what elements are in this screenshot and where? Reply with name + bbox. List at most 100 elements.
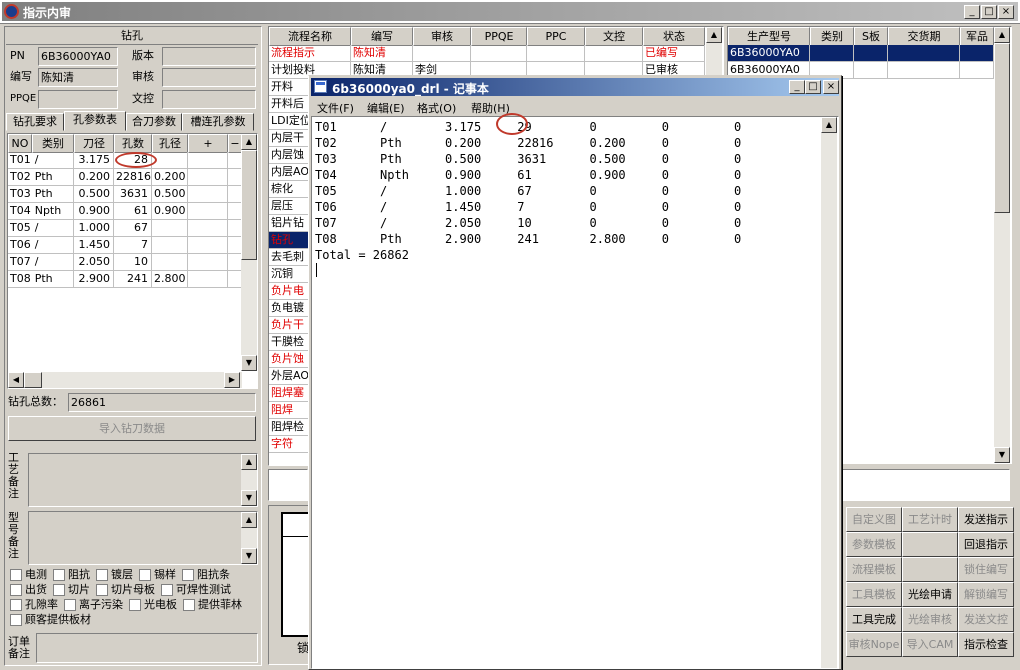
product-scroll-thumb[interactable] [994, 43, 1010, 213]
tab-hole-params[interactable]: 孔参数表 [64, 111, 126, 131]
product-col-header[interactable]: 交货期 [888, 27, 960, 46]
notepad-maximize-button[interactable]: □ [805, 80, 821, 94]
action-button[interactable]: 光绘审核 [902, 607, 958, 632]
col-hole-count[interactable]: 孔数 [114, 134, 152, 153]
scroll-up-icon[interactable]: ▲ [994, 27, 1010, 43]
process-note-field[interactable]: ▲ ▼ [28, 453, 258, 507]
scroll-right-icon[interactable]: ▶ [224, 372, 240, 388]
checkbox-item[interactable]: 孔隙率 [10, 598, 58, 611]
action-button[interactable]: 解锁编写 [958, 582, 1014, 607]
scroll-up-icon[interactable]: ▲ [706, 27, 722, 43]
tab-combined-params[interactable]: 合刀参数 [126, 113, 182, 131]
action-button[interactable]: 指示检查 [958, 632, 1014, 657]
review-field[interactable] [162, 68, 256, 87]
notepad-minimize-button[interactable]: _ [789, 80, 805, 94]
action-button[interactable]: 流程模板 [846, 557, 902, 582]
tool-vscrollbar[interactable]: ▲ ▼ [241, 134, 257, 371]
process-note-scrollbar[interactable]: ▲ ▼ [241, 454, 257, 506]
table-row[interactable]: T05/1.000 67 [8, 220, 242, 237]
product-vscrollbar[interactable]: ▲ ▼ [994, 27, 1010, 463]
checkbox[interactable] [182, 569, 194, 581]
checkbox[interactable] [10, 584, 22, 596]
notepad-menu-item[interactable]: 编辑(E) [367, 100, 405, 116]
action-button[interactable]: 锁住编写 [958, 557, 1014, 582]
product-col-header[interactable]: 类别 [810, 27, 854, 46]
flow-col-header[interactable]: 编写 [351, 27, 413, 46]
add-row-button[interactable]: + [188, 134, 228, 153]
product-row[interactable]: 6B36000YA0 [728, 45, 994, 62]
action-button[interactable]: 审核Nope [846, 632, 902, 657]
close-button[interactable]: × [998, 5, 1014, 19]
model-note-scrollbar[interactable]: ▲ ▼ [241, 512, 257, 564]
col-hole-dia[interactable]: 孔径 [152, 134, 188, 153]
action-button[interactable]: 工具模板 [846, 582, 902, 607]
bottom-input-left[interactable] [268, 469, 308, 501]
minimize-button[interactable]: _ [964, 5, 980, 19]
checkbox-item[interactable]: 离子污染 [64, 598, 123, 611]
checkbox-item[interactable]: 阻抗条 [182, 568, 230, 581]
action-button[interactable] [902, 557, 958, 582]
checkbox-item[interactable]: 锡样 [139, 568, 176, 581]
checkbox[interactable] [10, 599, 22, 611]
action-button[interactable]: 参数模板 [846, 532, 902, 557]
table-row[interactable]: T06/1.450 7 [8, 237, 242, 254]
scroll-up-icon[interactable]: ▲ [241, 134, 257, 150]
checkbox-item[interactable]: 可焊性测试 [161, 583, 231, 596]
table-row[interactable]: T03 Pth 0.500 3631 0.500 [8, 186, 242, 203]
checkbox-item[interactable]: 切片 [53, 583, 90, 596]
checkbox-item[interactable]: 镀层 [96, 568, 133, 581]
bottom-input-right[interactable] [838, 469, 1010, 501]
tool-hscrollbar[interactable]: ◀ ▶ [8, 372, 242, 388]
doc-control-field[interactable] [162, 90, 256, 109]
checkbox[interactable] [96, 584, 108, 596]
scroll-down-icon[interactable]: ▼ [241, 490, 257, 506]
checkbox-item[interactable]: 提供菲林 [183, 598, 242, 611]
table-row[interactable]: T04 Npth 0.900 61 0.900 [8, 203, 242, 220]
action-button[interactable] [902, 532, 958, 557]
checkbox[interactable] [53, 569, 65, 581]
checkbox-item[interactable]: 顾客提供板材 [10, 613, 91, 626]
notepad-editor[interactable]: T01 / 3.175 29 0 0 0 T02 Pth 0.200 22816 … [311, 116, 839, 669]
table-row[interactable]: T02 Pth 0.200 22816 0.200 [8, 169, 242, 186]
checkbox-item[interactable]: 切片母板 [96, 583, 155, 596]
remove-row-button[interactable]: − [228, 134, 242, 153]
maximize-button[interactable]: □ [981, 5, 997, 19]
scroll-up-icon[interactable]: ▲ [241, 512, 257, 528]
scroll-thumb[interactable] [241, 150, 257, 260]
scroll-up-icon[interactable]: ▲ [241, 454, 257, 470]
scroll-up-icon[interactable]: ▲ [821, 117, 837, 133]
model-note-field[interactable]: ▲ ▼ [28, 511, 258, 565]
checkbox[interactable] [53, 584, 65, 596]
author-field[interactable]: 陈知清 [38, 68, 118, 87]
table-row[interactable]: T08 Pth 2.900 241 2.800 [8, 271, 242, 288]
action-button[interactable]: 光绘申请 [902, 582, 958, 607]
scroll-down-icon[interactable]: ▼ [241, 355, 257, 371]
flow-col-header[interactable]: 流程名称 [269, 27, 351, 46]
import-drill-data-button[interactable]: 导入钻刀数据 [8, 416, 256, 441]
version-field[interactable] [162, 47, 256, 66]
scroll-down-icon[interactable]: ▼ [994, 447, 1010, 463]
checkbox-item[interactable]: 光电板 [129, 598, 177, 611]
product-col-header[interactable]: S板 [854, 27, 888, 46]
notepad-menu-item[interactable]: 格式(O) [417, 100, 456, 116]
checkbox[interactable] [96, 569, 108, 581]
product-col-header[interactable]: 军品 [960, 27, 994, 46]
action-button[interactable]: 导入CAM [902, 632, 958, 657]
action-button[interactable]: 工具完成 [846, 607, 902, 632]
col-type[interactable]: 类别 [32, 134, 74, 153]
pn-field[interactable]: 6B36000YA0 [38, 47, 118, 66]
checkbox[interactable] [64, 599, 76, 611]
checkbox[interactable] [129, 599, 141, 611]
notepad-vscrollbar[interactable]: ▲ [821, 117, 837, 668]
scroll-left-icon[interactable]: ◀ [8, 372, 24, 388]
order-note-field[interactable] [36, 633, 258, 663]
checkbox[interactable] [161, 584, 173, 596]
action-button[interactable]: 回退指示 [958, 532, 1014, 557]
flow-col-header[interactable]: PPC [527, 27, 585, 46]
checkbox[interactable] [10, 569, 22, 581]
flow-col-header[interactable]: PPQE [471, 27, 527, 46]
action-button[interactable]: 发送指示 [958, 507, 1014, 532]
action-button[interactable]: 自定义图 [846, 507, 902, 532]
checkbox[interactable] [10, 614, 22, 626]
checkbox-item[interactable]: 电测 [10, 568, 47, 581]
